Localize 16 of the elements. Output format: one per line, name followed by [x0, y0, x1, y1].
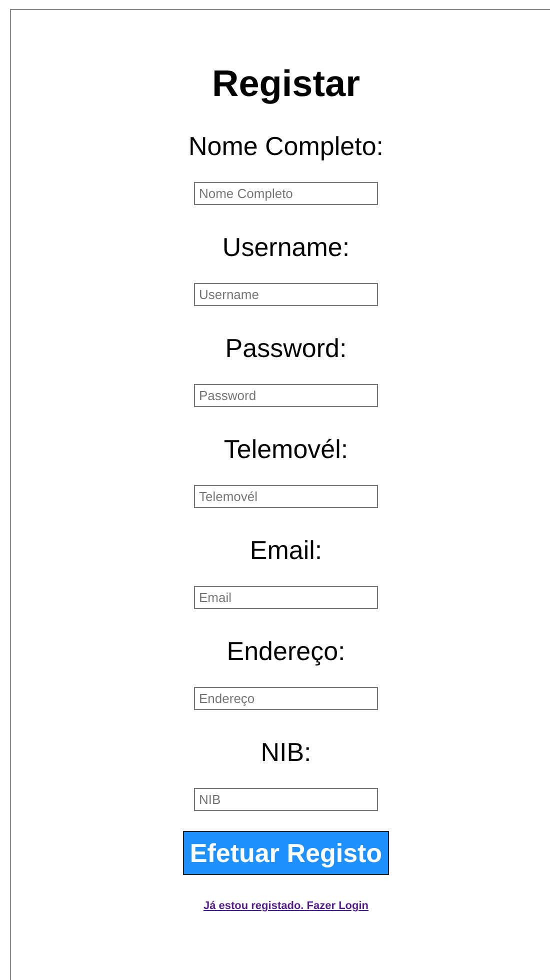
field-label: Telemovél:	[224, 434, 348, 464]
field-label: Username:	[222, 232, 350, 262]
input-field[interactable]: Username	[194, 283, 378, 306]
field-label: Email:	[250, 535, 322, 565]
input-field[interactable]: NIB	[194, 788, 378, 811]
field-label: NIB:	[260, 737, 312, 767]
input-field[interactable]: Email	[194, 586, 378, 609]
field-label: Endereço:	[226, 636, 346, 666]
input-field[interactable]: Telemovél	[194, 485, 378, 508]
page-title: Registar	[212, 63, 360, 105]
input-field[interactable]: Nome Completo	[194, 182, 378, 205]
login-link[interactable]: Já estou registado. Fazer Login	[203, 900, 369, 912]
field-label: Nome Completo:	[188, 131, 384, 161]
field-label: Password:	[225, 333, 347, 363]
input-field[interactable]: Endereço	[194, 687, 378, 710]
input-field[interactable]: Password	[194, 384, 378, 407]
